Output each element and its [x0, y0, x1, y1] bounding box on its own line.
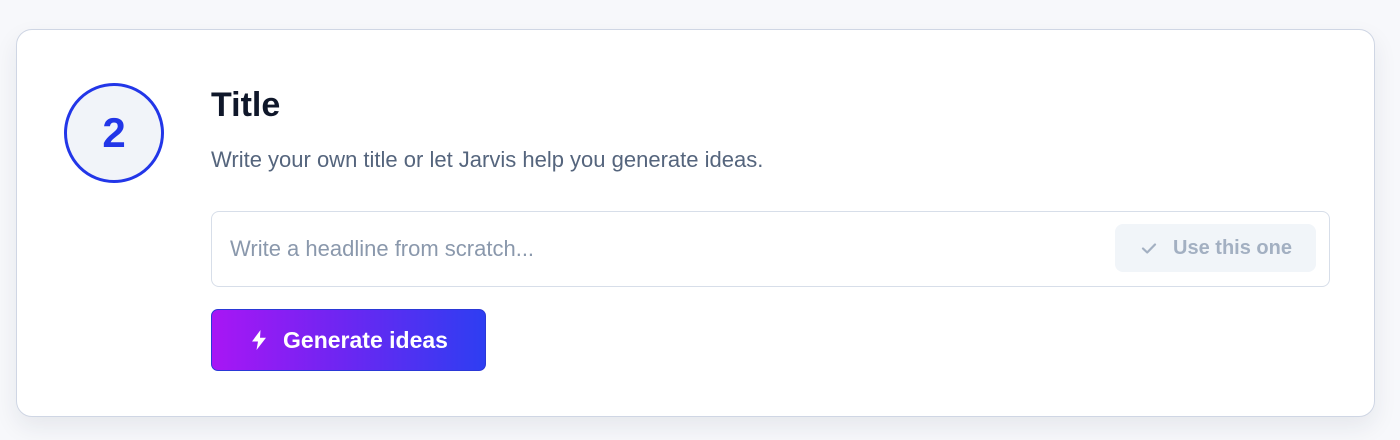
- generate-ideas-button[interactable]: Generate ideas: [211, 309, 486, 371]
- step-number-badge: 2: [64, 83, 164, 183]
- lightning-icon: [249, 329, 269, 351]
- check-icon: [1139, 238, 1159, 258]
- generate-ideas-label: Generate ideas: [283, 326, 448, 353]
- section-description: Write your own title or let Jarvis help …: [211, 147, 764, 172]
- step-number: 2: [102, 109, 126, 156]
- use-this-one-button[interactable]: Use this one: [1115, 224, 1316, 272]
- section-title: Title: [211, 86, 281, 124]
- headline-input[interactable]: [230, 230, 1090, 268]
- headline-field: Use this one: [211, 211, 1330, 287]
- use-this-one-label: Use this one: [1173, 236, 1292, 259]
- title-step-card: 2 Title Write your own title or let Jarv…: [16, 29, 1375, 417]
